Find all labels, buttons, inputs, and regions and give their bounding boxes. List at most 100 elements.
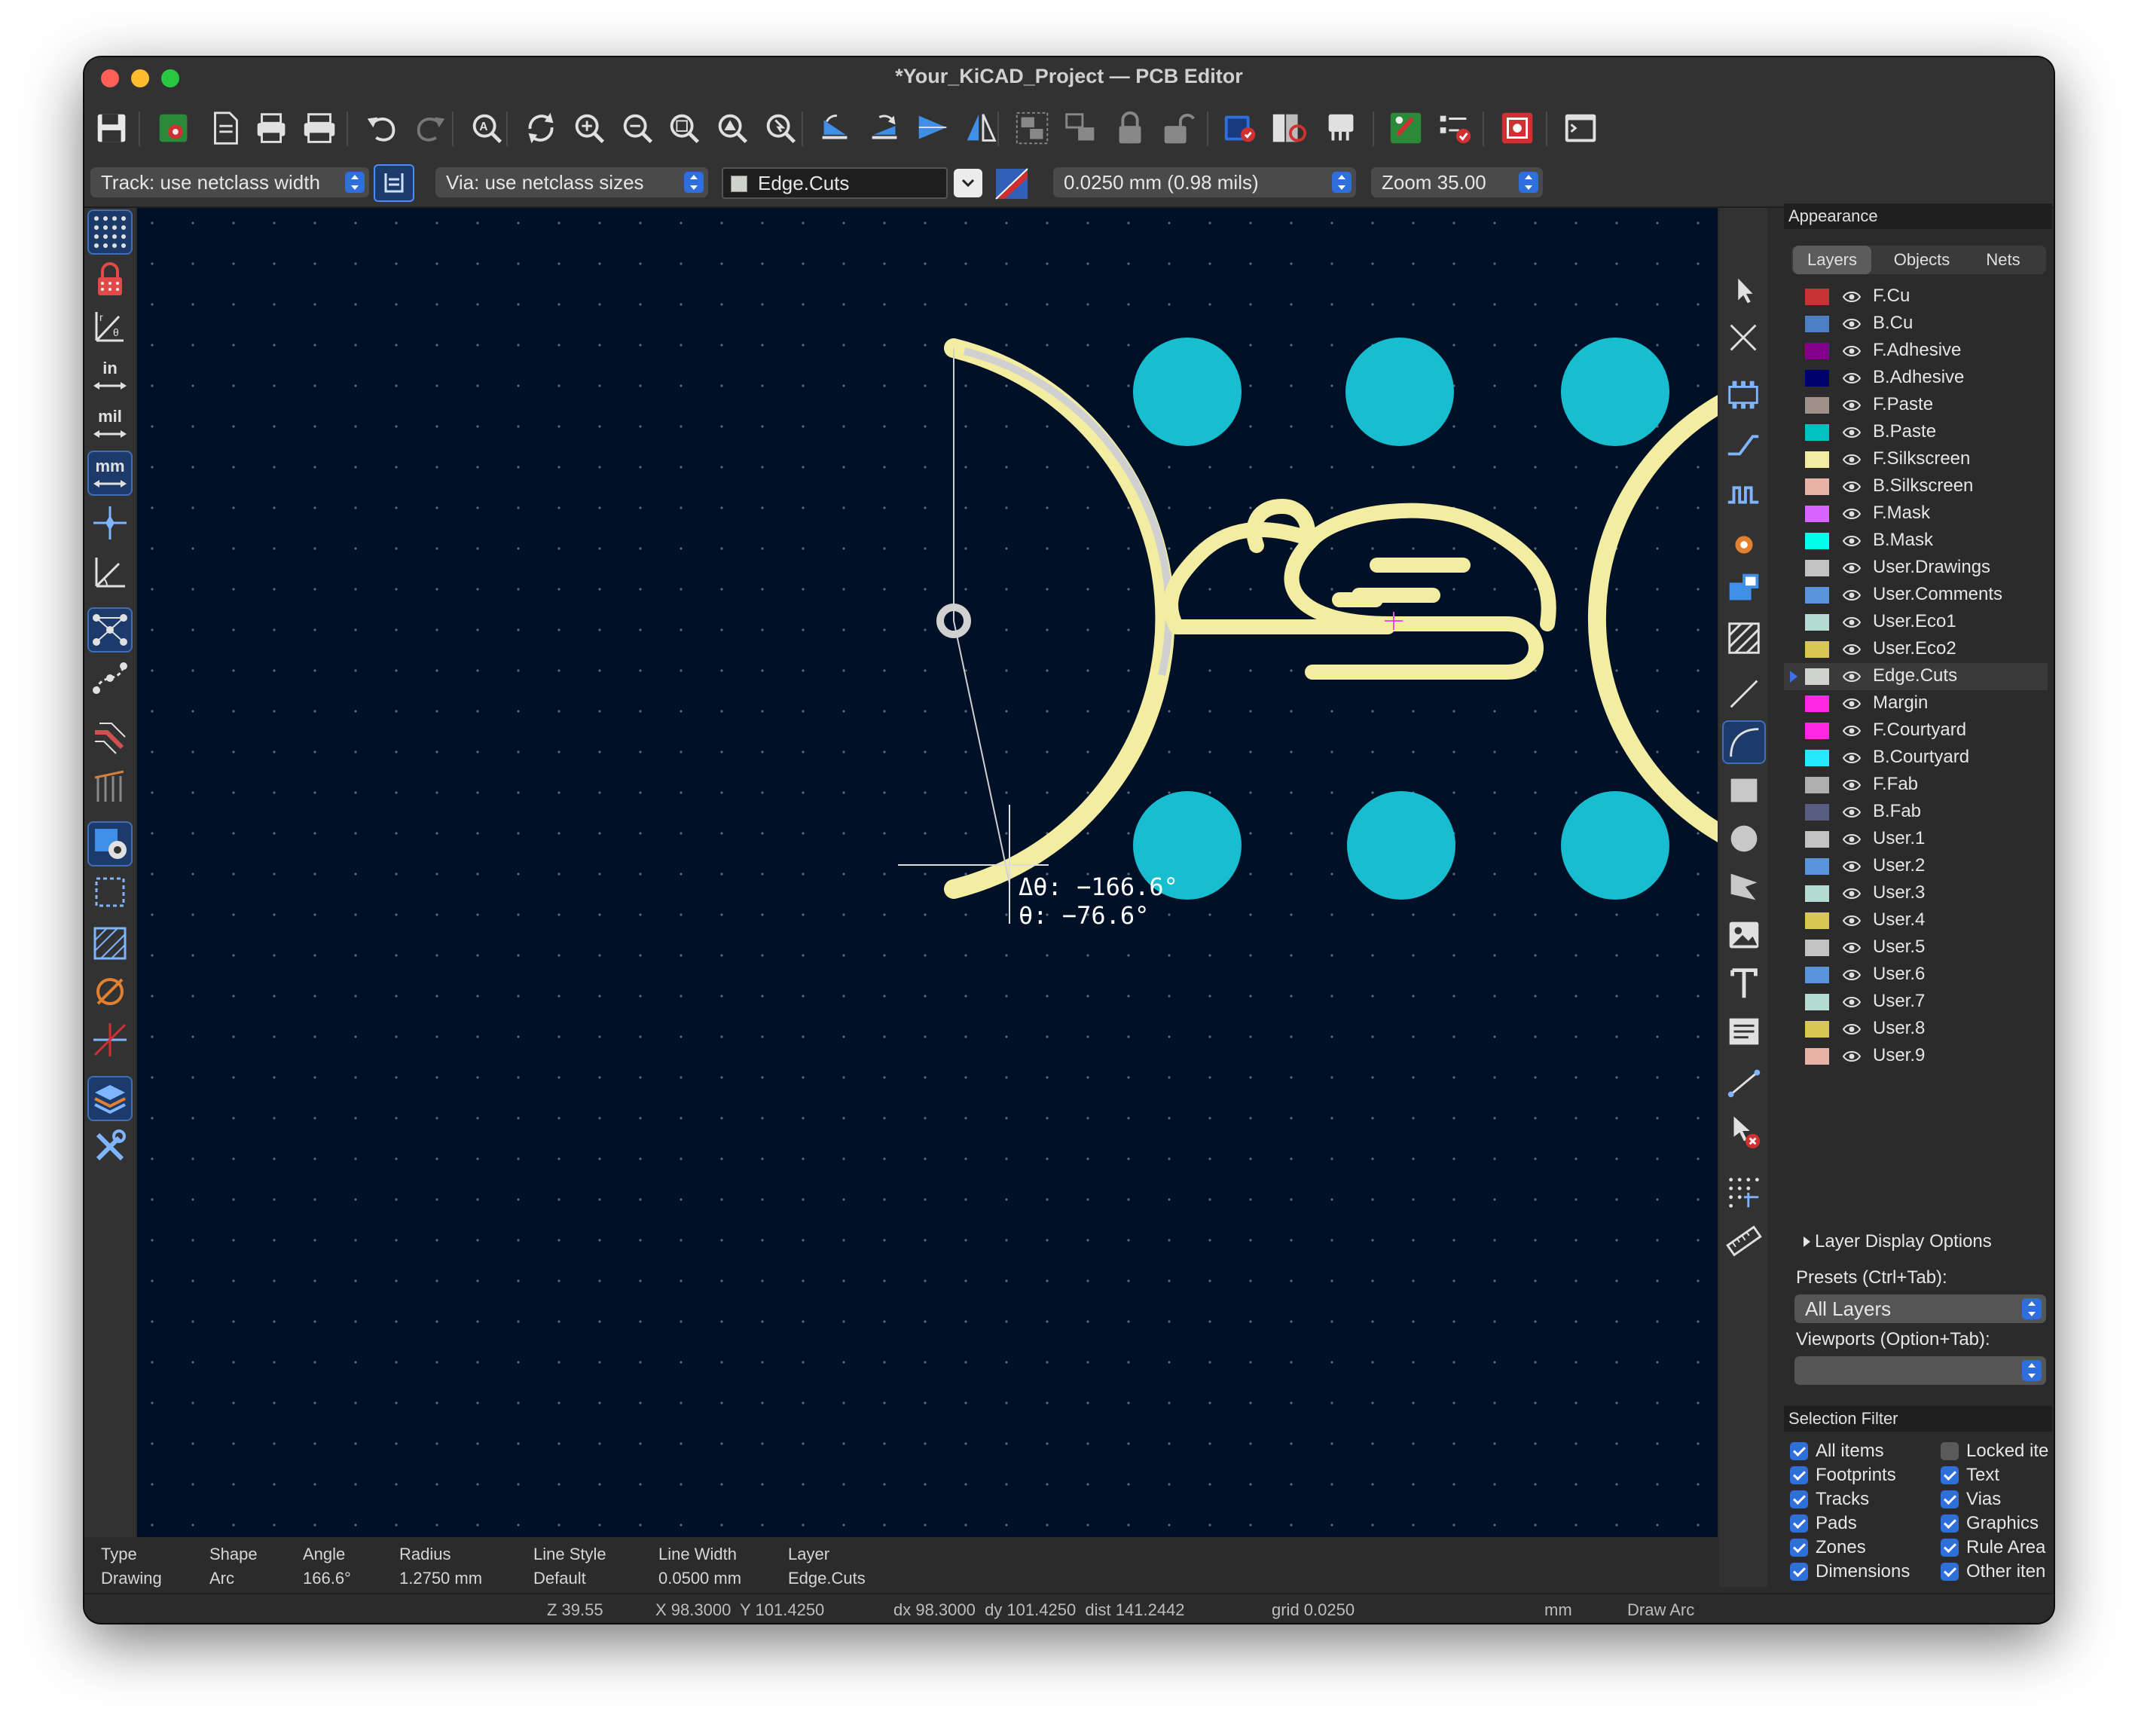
selection-filter-checkbox[interactable] [1941, 1490, 1959, 1508]
pcb-canvas[interactable]: Δθ: −166.6° θ: −76.6° [137, 208, 1718, 1537]
visibility-eye-icon[interactable] [1843, 942, 1861, 954]
layer-row[interactable]: User.Comments [1784, 582, 2048, 609]
tune-length-icon[interactable] [1724, 473, 1764, 514]
layer-pair-icon[interactable] [994, 167, 1029, 200]
add-textbox-icon[interactable] [1724, 1011, 1764, 1052]
zone-fill-icon[interactable] [89, 922, 131, 964]
add-dimension-icon[interactable] [1724, 1062, 1764, 1103]
visibility-eye-icon[interactable] [1843, 698, 1861, 710]
select-arrow-icon[interactable] [1724, 270, 1764, 310]
pad-outline-icon[interactable] [89, 766, 131, 808]
layer-row[interactable]: User.Drawings [1784, 555, 2048, 582]
layer-row[interactable]: User.1 [1784, 826, 2048, 853]
tools-icon[interactable] [89, 1126, 131, 1168]
pad[interactable] [1561, 791, 1669, 900]
layer-color-swatch[interactable] [1805, 506, 1829, 522]
find-icon[interactable]: A [467, 108, 508, 149]
visibility-eye-icon[interactable] [1843, 318, 1861, 330]
zoom-in-icon[interactable] [570, 108, 610, 149]
inches-unit-icon[interactable]: in [89, 354, 131, 396]
layer-row[interactable]: F.Silkscreen [1784, 446, 2048, 473]
net-highlight-icon[interactable] [89, 970, 131, 1013]
angle-snap-icon[interactable] [89, 552, 131, 594]
visibility-eye-icon[interactable] [1843, 671, 1861, 683]
visibility-eye-icon[interactable] [1843, 643, 1861, 656]
layer-color-swatch[interactable] [1805, 885, 1829, 902]
layer-color-swatch[interactable] [1805, 533, 1829, 549]
presets-select[interactable]: All Layers [1794, 1294, 2046, 1323]
grid-icon[interactable] [87, 209, 133, 255]
draw-arc-icon[interactable] [1722, 720, 1766, 764]
pad[interactable] [1345, 338, 1454, 446]
mirror-icon[interactable] [961, 108, 1002, 149]
visibility-eye-icon[interactable] [1843, 888, 1861, 900]
save-icon[interactable] [92, 108, 133, 149]
visibility-eye-icon[interactable] [1843, 589, 1861, 601]
layer-color-swatch[interactable] [1805, 858, 1829, 875]
layer-color-swatch[interactable] [1805, 1048, 1829, 1065]
footprint-editor-icon[interactable] [1321, 108, 1362, 149]
visibility-eye-icon[interactable] [1843, 915, 1861, 927]
zoom-fit-icon[interactable] [664, 108, 705, 149]
polar-coordinates-icon[interactable]: rθ [89, 306, 131, 348]
visibility-eye-icon[interactable] [1843, 562, 1861, 574]
zoom-out-icon[interactable] [618, 108, 658, 149]
group-icon[interactable] [1012, 108, 1053, 149]
add-image-icon[interactable] [1724, 915, 1764, 955]
selection-filter-checkbox[interactable] [1941, 1514, 1959, 1533]
footprint-browser-icon[interactable] [1269, 108, 1309, 149]
visibility-eye-icon[interactable] [1843, 535, 1861, 547]
layer-color-swatch[interactable] [1805, 804, 1829, 821]
layer-row[interactable]: F.Courtyard [1784, 717, 2048, 744]
layer-color-swatch[interactable] [1805, 289, 1829, 305]
visibility-eye-icon[interactable] [1843, 833, 1861, 845]
visibility-eye-icon[interactable] [1843, 481, 1861, 493]
rotate-cw-icon[interactable] [865, 108, 906, 149]
layer-row[interactable]: User.7 [1784, 989, 2048, 1016]
visibility-eye-icon[interactable] [1843, 399, 1861, 411]
grid-size-select[interactable]: 0.0250 mm (0.98 mils) [1053, 167, 1356, 197]
layer-color-swatch[interactable] [1805, 587, 1829, 604]
visibility-eye-icon[interactable] [1843, 779, 1861, 791]
visibility-eye-icon[interactable] [1843, 996, 1861, 1008]
grid-origin-icon[interactable] [1724, 1172, 1764, 1213]
delete-tool-icon[interactable] [1724, 1111, 1764, 1151]
selection-filter-checkbox[interactable] [1790, 1563, 1808, 1581]
layer-color-swatch[interactable] [1805, 967, 1829, 983]
visibility-eye-icon[interactable] [1843, 860, 1861, 873]
selection-filter-checkbox[interactable] [1790, 1442, 1808, 1460]
layer-row[interactable]: F.Adhesive [1784, 338, 2048, 365]
full-crosshair-icon[interactable] [89, 502, 131, 544]
visibility-eye-icon[interactable] [1843, 291, 1861, 303]
layer-color-swatch[interactable] [1805, 695, 1829, 712]
visibility-eye-icon[interactable] [1843, 1023, 1861, 1035]
board-setup-icon[interactable] [154, 108, 194, 149]
layer-color-swatch[interactable] [1805, 397, 1829, 414]
visibility-eye-icon[interactable] [1843, 345, 1861, 357]
layer-row[interactable]: F.Paste [1784, 392, 2048, 419]
update-pcb-icon[interactable] [1220, 108, 1261, 149]
layer-row[interactable]: User.5 [1784, 934, 2048, 961]
layer-display-options-toggle[interactable]: Layer Display Options [1804, 1231, 1992, 1252]
track-width-select[interactable]: Track: use netclass width [90, 167, 369, 197]
visibility-eye-icon[interactable] [1843, 616, 1861, 628]
tab-layers[interactable]: Layers [1793, 246, 1871, 274]
pad[interactable] [1133, 338, 1242, 446]
selection-filter-checkbox[interactable] [1790, 1539, 1808, 1557]
erc-checklist-icon[interactable] [1434, 108, 1475, 149]
layer-row[interactable]: User.6 [1784, 961, 2048, 989]
draw-rectangle-icon[interactable] [1724, 770, 1764, 811]
layer-row[interactable]: B.Fab [1784, 799, 2048, 826]
selection-filter-checkbox[interactable] [1790, 1490, 1808, 1508]
layer-color-swatch[interactable] [1805, 614, 1829, 631]
layer-color-swatch[interactable] [1805, 994, 1829, 1010]
layer-color-swatch[interactable] [1805, 478, 1829, 495]
layer-color-swatch[interactable] [1805, 831, 1829, 848]
curved-ratsnest-icon[interactable] [89, 657, 131, 699]
zone-outline-icon[interactable] [89, 871, 131, 913]
layer-row[interactable]: B.Mask [1784, 527, 2048, 555]
layer-color-swatch[interactable] [1805, 641, 1829, 658]
layer-row[interactable]: User.2 [1784, 853, 2048, 880]
pcb-drawing[interactable]: Δθ: −166.6° θ: −76.6° [137, 208, 1718, 1537]
tab-objects[interactable]: Objects [1880, 246, 1963, 274]
